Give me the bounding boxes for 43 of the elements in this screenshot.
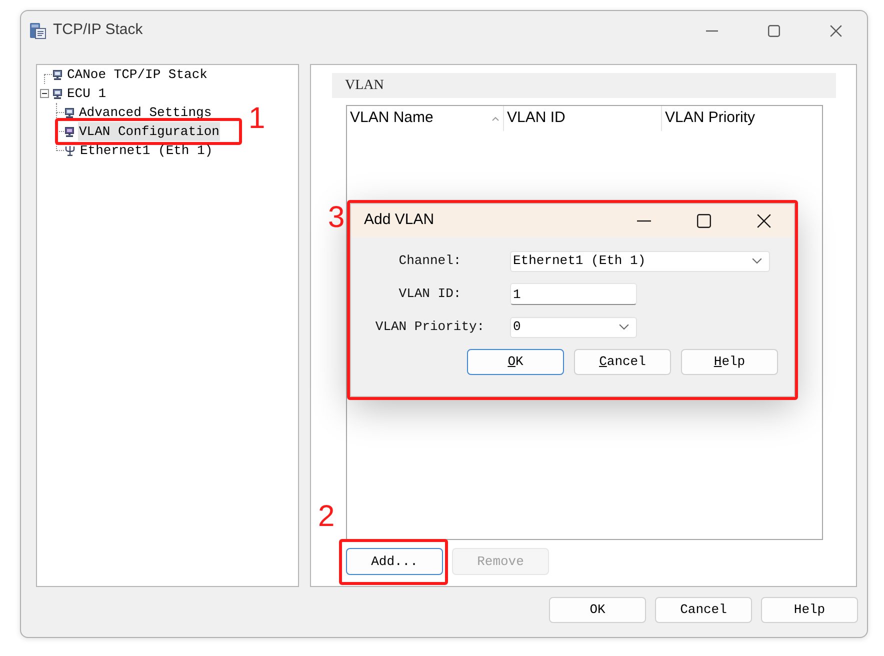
maximize-icon <box>768 24 780 36</box>
minimize-icon <box>706 30 718 32</box>
field-label: VLAN ID: <box>398 285 462 304</box>
tree-item[interactable]: Advanced Settings <box>78 102 213 122</box>
cancel-button[interactable]: Cancel <box>655 597 752 623</box>
callout-number: 2 <box>318 502 335 532</box>
close-icon <box>757 214 771 228</box>
help-button[interactable]: Help <box>761 597 858 623</box>
computer-icon <box>65 126 74 136</box>
document-icon <box>30 22 46 38</box>
field-label: Channel: <box>398 252 462 270</box>
tree-item[interactable]: Ethernet1 (Eth 1) <box>79 140 214 160</box>
dropdown[interactable]: 0 <box>510 316 637 338</box>
text-field[interactable]: 1 <box>510 283 637 305</box>
network-icon <box>65 146 75 156</box>
close-icon <box>830 24 842 36</box>
computer-icon <box>53 70 62 80</box>
maximize-icon <box>697 214 711 228</box>
computer-icon <box>53 88 62 98</box>
collapse-icon[interactable] <box>40 89 49 98</box>
cancel-button[interactable]: Cancel <box>574 349 671 375</box>
tree-item[interactable]: CANoe TCP/IP Stack <box>66 64 208 84</box>
add-button[interactable]: Add... <box>346 548 443 575</box>
callout-number: 1 <box>248 104 266 134</box>
callout-number: 3 <box>328 203 345 233</box>
window-title: TCP/IP Stack <box>53 20 143 40</box>
computer-icon <box>65 108 74 118</box>
dialog-title: Add VLAN <box>364 210 434 230</box>
help-button[interactable]: Help <box>681 349 778 375</box>
ok-button[interactable]: OK <box>549 597 646 623</box>
column-header[interactable]: VLAN Priority <box>662 106 822 131</box>
tree-item[interactable]: ECU 1 <box>66 84 108 104</box>
tree-item[interactable]: VLAN Configuration <box>78 122 220 142</box>
column-header[interactable]: VLAN Name <box>347 106 504 131</box>
ok-button[interactable]: OK <box>467 349 564 375</box>
chevron-down-icon <box>619 324 629 330</box>
chevron-down-icon <box>752 258 762 264</box>
dropdown[interactable]: Ethernet1 (Eth 1) <box>510 250 770 272</box>
column-header[interactable]: VLAN ID <box>504 106 662 131</box>
field-label: VLAN Priority: <box>374 318 486 336</box>
section-header: VLAN <box>332 73 836 98</box>
sort-indicator-icon <box>492 116 499 120</box>
minimize-icon <box>637 220 651 222</box>
